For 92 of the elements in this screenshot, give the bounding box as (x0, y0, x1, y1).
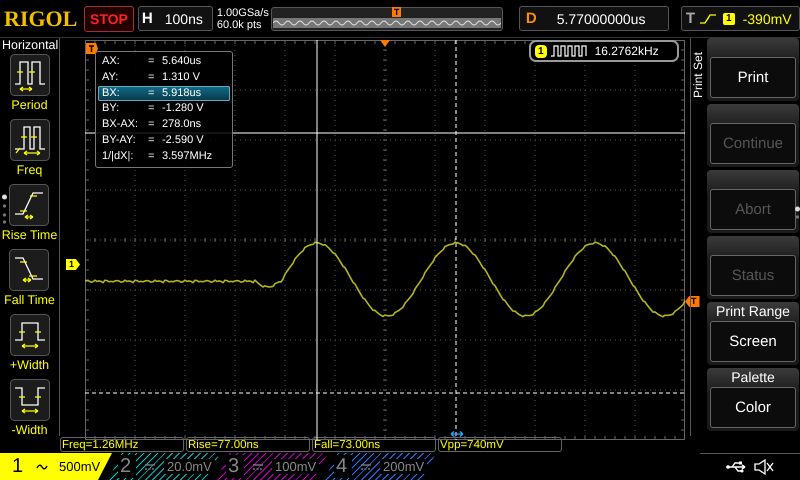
readout-value: 5.918us (162, 86, 202, 100)
menu-title: Horizontal (1, 38, 58, 52)
cursor-line[interactable] (85, 392, 685, 394)
measure-button[interactable]: Period (10, 54, 50, 112)
measurement-readout: Rise=77.00ns (186, 437, 310, 452)
measure-button[interactable]: Fall Time (4, 249, 55, 307)
channel-number: 4 (334, 455, 352, 478)
channel-tab[interactable]: 3 100mV (216, 453, 328, 480)
measure-button[interactable]: Rise Time (2, 184, 58, 242)
softkey-heading: Palette (731, 368, 775, 387)
positive-pulse-icon (10, 314, 50, 356)
trigger-level-marker[interactable]: T (685, 296, 700, 307)
memory-depth: 60.0k pts (216, 18, 263, 30)
dc-coupling-icon (144, 462, 156, 470)
readout-row[interactable]: 1/|dX|: = 3.597MHz (98, 148, 230, 165)
waveform-overview-icon (272, 18, 501, 28)
measure-button[interactable]: +Width (10, 314, 50, 372)
page-indicator-icon (2, 194, 7, 224)
ac-coupling-icon (36, 462, 48, 470)
equals-sign: = (148, 150, 156, 164)
dc-coupling-icon (252, 462, 264, 470)
page-indicator-icon (795, 206, 800, 220)
equals-sign: = (148, 70, 156, 85)
readout-value: 1.310 V (162, 70, 201, 85)
readout-row[interactable]: BX-AX: = 278.0ns (98, 117, 230, 133)
equals-sign: = (148, 102, 156, 116)
trigger-label: T (686, 10, 696, 27)
channel-tab[interactable]: 2 20.0mV (108, 453, 220, 480)
delay-label: D (526, 10, 537, 27)
readout-label: BX-AX: (102, 118, 140, 132)
measure-button[interactable]: -Width (10, 379, 50, 437)
timebase-value: 100ns (164, 10, 203, 26)
double-arrow-icon (450, 431, 464, 437)
readout-value: 3.597MHz (162, 150, 214, 164)
equals-sign: = (148, 118, 156, 132)
equals-sign: = (148, 55, 156, 69)
measurement-readout: Vpp=740mV (438, 437, 562, 452)
frequency-value: 16.2762kHz (594, 44, 659, 58)
brand-logo: RIGOL (4, 6, 78, 32)
usb-icon (726, 461, 748, 473)
channel-number: 3 (226, 455, 244, 478)
softkey-button[interactable]: Color (710, 387, 796, 428)
readout-label: BX: (102, 86, 121, 100)
trigger-source-badge: 1 (723, 12, 735, 24)
readout-row[interactable]: AY: = 1.310 V (98, 70, 230, 86)
softkey-heading: Print Range (716, 302, 790, 321)
readout-value: -1.280 V (162, 102, 205, 116)
channel-marker[interactable]: 1 (66, 259, 80, 270)
falling-edge-icon (9, 249, 50, 291)
readout-label: BY-AY: (102, 134, 137, 148)
readout-label: AY: (102, 70, 120, 85)
channel-tab[interactable]: 4 200mV (324, 453, 436, 480)
readout-value: 5.640us (162, 55, 202, 69)
measurement-readout: Fall=73.00ns (312, 437, 436, 452)
channel-scale: 200mV (380, 459, 428, 474)
equals-sign: = (148, 134, 156, 148)
readout-row[interactable]: BX: = 5.918us (98, 86, 230, 102)
pulse-train-icon (10, 119, 50, 161)
channel-scale: 100mV (272, 459, 320, 474)
readout-row[interactable]: AX: = 5.640us (98, 54, 230, 70)
dc-coupling-icon (360, 462, 372, 470)
readout-label: AX: (102, 55, 121, 69)
channel-number: 1 (11, 455, 24, 478)
readout-label: 1/|dX|: (102, 150, 134, 164)
menu-title: Print Set (691, 52, 705, 98)
run-state[interactable]: STOP (84, 6, 134, 32)
channel-badge: 1 (535, 44, 547, 58)
softkey-button[interactable]: Print (710, 57, 796, 98)
readout-row[interactable]: BY: = -1.280 V (98, 101, 230, 118)
channel-tab[interactable]: 1 500mV (0, 453, 112, 480)
channel-scale: 20.0mV (164, 459, 215, 474)
trigger-level: -390mV (742, 10, 792, 26)
negative-pulse-icon (10, 379, 50, 421)
sample-rate: 1.00GSa/s (216, 6, 267, 18)
trigger-marker: T (392, 6, 402, 16)
readout-row[interactable]: BY-AY: = -2.590 V (98, 132, 230, 149)
measurement-readout: Freq=1.26MHz (60, 437, 184, 452)
readout-value: -2.590 V (162, 134, 205, 148)
equals-sign: = (148, 86, 156, 100)
trigger-position-icon (380, 40, 390, 47)
readout-value: 278.0ns (162, 118, 202, 132)
rising-edge-icon (9, 184, 50, 226)
delay-value: 5.77000000us (556, 10, 646, 26)
softkey-button[interactable]: Screen (710, 321, 796, 362)
horizontal-label: H (142, 10, 153, 27)
measure-button[interactable]: Freq (10, 119, 50, 177)
speaker-muted-icon[interactable] (754, 459, 774, 475)
pulse-train-icon (10, 54, 50, 96)
readout-label: BY: (102, 102, 120, 116)
channel-scale: 500mV (58, 459, 102, 474)
square-wave-icon (550, 45, 587, 57)
channel-number: 2 (118, 455, 136, 478)
